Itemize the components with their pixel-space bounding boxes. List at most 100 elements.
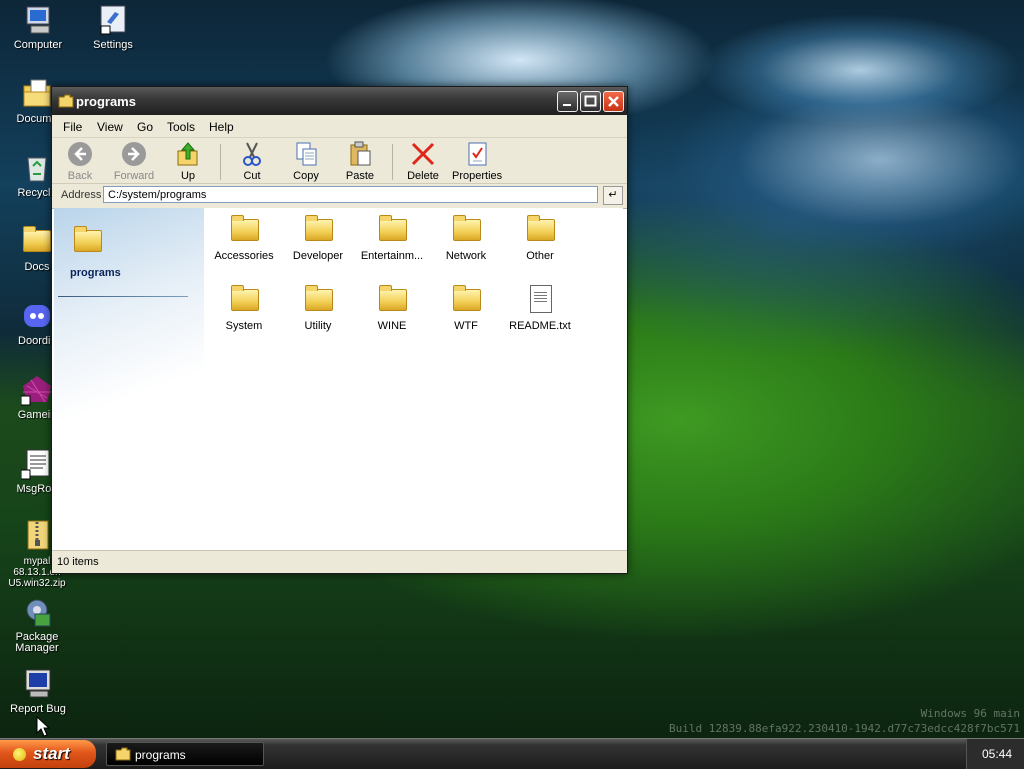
paste-button[interactable]: Paste [335,141,385,182]
documents-icon [21,78,53,110]
delete-button[interactable]: Delete [398,141,448,182]
folder-icon [72,226,102,254]
copy-icon [293,141,319,167]
item-accessories[interactable]: Accessories [207,215,281,262]
item-wine[interactable]: WINE [355,285,429,332]
text-file-icon [525,285,555,313]
item-wtf[interactable]: WTF [429,285,503,332]
properties-button[interactable]: Properties [452,141,502,182]
computer-icon [22,4,54,36]
folder-icon [377,285,407,313]
menu-help[interactable]: Help [209,120,234,134]
smiley-icon [13,748,26,761]
address-label: Address [61,189,102,201]
window-titlebar[interactable]: programs [52,87,627,115]
properties-label: Properties [452,170,503,182]
menu-tools[interactable]: Tools [167,120,195,134]
back-arrow-icon [67,141,93,167]
menu-bar: File View Go Tools Help [52,115,627,138]
item-utility[interactable]: Utility [281,285,355,332]
file-view: programs Accessories Developer Entertain… [54,208,623,548]
desktop-icon-label: Computer [13,39,63,51]
mouse-cursor-icon [36,716,50,737]
folder-icon [229,285,259,313]
zip-icon [21,520,53,552]
maximize-button[interactable] [580,91,601,112]
side-panel: programs [54,208,204,548]
item-label: Other [526,250,554,262]
menu-file[interactable]: File [63,120,82,134]
window-title: programs [76,94,136,109]
up-label: Up [180,170,196,182]
desktop-icon-computer[interactable]: Computer [1,4,75,51]
paste-icon [347,141,373,167]
folder-icon [115,747,131,761]
forward-button[interactable]: Forward [109,141,159,182]
report-bug-icon [22,668,54,700]
folder-icon [451,215,481,243]
back-label: Back [67,170,93,182]
menu-view[interactable]: View [97,120,123,134]
up-folder-icon [175,141,201,167]
clock[interactable]: 05:44 [982,747,1012,761]
address-input[interactable] [103,186,598,203]
taskbar-button-programs[interactable]: programs [106,742,264,766]
watermark-line-2: Build 12839.88efa922.230410-1942.d77c73e… [669,722,1020,735]
item-other[interactable]: Other [503,215,577,262]
address-bar: Address ↵ [52,184,627,209]
scissors-icon [239,141,265,167]
desktop-icon-settings[interactable]: Settings [76,4,150,51]
forward-arrow-icon [121,141,147,167]
up-button[interactable]: Up [163,141,213,182]
minimize-button[interactable] [557,91,578,112]
item-label: Developer [292,250,344,262]
item-label: Network [445,250,487,262]
close-icon [608,96,619,107]
item-developer[interactable]: Developer [281,215,355,262]
folder-icon [58,94,74,108]
cut-button[interactable]: Cut [227,141,277,182]
game-icon [21,374,53,406]
message-icon [21,448,53,480]
close-button[interactable] [603,91,624,112]
item-label: Accessories [214,250,274,262]
delete-x-icon [410,141,436,167]
copy-button[interactable]: Copy [281,141,331,182]
item-readme[interactable]: README.txt [503,285,577,332]
back-button[interactable]: Back [55,141,105,182]
cut-label: Cut [243,170,261,182]
desktop-icon-report-bug[interactable]: Report Bug [1,668,75,715]
discord-icon [21,300,53,332]
item-label: README.txt [509,320,571,332]
system-tray: 05:44 [966,739,1024,769]
item-system[interactable]: System [207,285,281,332]
item-label: Entertainm... [360,250,424,262]
menu-go[interactable]: Go [137,120,153,134]
desktop-icon-package-manager[interactable]: Package Manager [0,596,74,654]
delete-label: Delete [407,170,439,182]
desktop-icon-label: Settings [93,39,133,51]
item-network[interactable]: Network [429,215,503,262]
explorer-window[interactable]: programs File View Go Tools Help Back Fo… [51,86,628,574]
status-item-count: 10 items [57,556,99,568]
forward-label: Forward [113,170,155,182]
start-label: start [33,744,70,763]
package-manager-icon [21,596,53,628]
folder-icon [303,285,333,313]
toolbar-separator [392,144,393,180]
address-go-button[interactable]: ↵ [603,186,623,205]
desktop-icon-label: Package Manager [15,631,59,654]
desktop-icon-label: Report Bug [10,703,66,715]
copy-label: Copy [293,170,319,182]
side-panel-divider [58,296,188,297]
build-watermark: Windows 96 main Build 12839.88efa922.230… [669,706,1020,736]
folder-icon [451,285,481,313]
toolbar: Back Forward Up Cut Copy Paste Delete Pr… [52,138,627,184]
item-entertainment[interactable]: Entertainm... [355,215,429,262]
taskbar: start programs 05:44 [0,738,1024,769]
settings-icon [97,4,129,36]
item-label: System [225,320,263,332]
folder-icon [303,215,333,243]
maximize-icon [584,95,597,107]
start-button[interactable]: start [0,740,96,768]
